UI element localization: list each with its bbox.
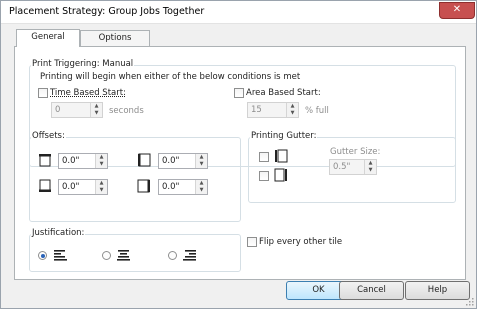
area-based-start-label: Area Based Start: bbox=[246, 88, 321, 98]
gutter-size-label: Gutter Size: bbox=[330, 147, 381, 157]
title-bar: Placement Strategy: Group Jobs Together … bbox=[1, 1, 476, 24]
bottom-offset-icon bbox=[39, 179, 51, 192]
top-offset-spinner[interactable]: 0.0" ▲ ▼ bbox=[58, 153, 108, 169]
top-offset-icon bbox=[39, 154, 51, 167]
help-button[interactable]: Help bbox=[405, 281, 470, 300]
window-title: Placement Strategy: Group Jobs Together bbox=[9, 6, 205, 17]
tab-general[interactable]: General bbox=[16, 29, 80, 47]
cancel-button[interactable]: Cancel bbox=[339, 281, 404, 300]
tab-label: General bbox=[31, 32, 65, 42]
close-button[interactable]: ✕ bbox=[439, 2, 475, 19]
gutter-size-spinner[interactable]: 0.5" ▲ ▼ bbox=[329, 159, 377, 175]
gutter-horizontal-icon bbox=[274, 168, 287, 182]
area-based-start-spinner[interactable]: 15 ▲ ▼ bbox=[247, 102, 299, 118]
spinner-value: 15 bbox=[251, 105, 262, 115]
tab-options[interactable]: Options bbox=[80, 30, 150, 46]
spinner-value: 0.0" bbox=[62, 182, 80, 192]
spinner-value: 0.0" bbox=[162, 182, 180, 192]
time-based-start-label: Time Based Start: bbox=[50, 88, 126, 98]
flip-every-other-tile-label: Flip every other tile bbox=[259, 237, 343, 247]
spin-down-icon[interactable]: ▼ bbox=[196, 187, 207, 194]
justify-right-radio[interactable] bbox=[168, 251, 177, 260]
print-triggering-description: Printing will begin when either of the b… bbox=[40, 72, 301, 82]
left-offset-spinner[interactable]: 0.0" ▲ ▼ bbox=[158, 153, 208, 169]
general-tab-panel: Print Triggering: Manual Printing will b… bbox=[14, 46, 466, 280]
right-offset-spinner[interactable]: 0.0" ▲ ▼ bbox=[158, 179, 208, 195]
spinner-value: 0.0" bbox=[162, 156, 180, 166]
print-triggering-title: Print Triggering: Manual bbox=[31, 59, 135, 69]
spinner-value: 0.5" bbox=[333, 162, 351, 172]
gutter-horizontal-checkbox[interactable] bbox=[259, 171, 269, 181]
justify-left-radio[interactable] bbox=[38, 251, 47, 260]
time-based-unit: seconds bbox=[109, 106, 144, 116]
area-based-unit: % full bbox=[305, 106, 329, 116]
tab-label: Options bbox=[98, 33, 132, 43]
spinner-value: 0.0" bbox=[62, 156, 80, 166]
align-right-icon bbox=[183, 250, 196, 261]
area-based-start-checkbox[interactable] bbox=[234, 88, 244, 98]
time-based-start-spinner[interactable]: 0 ▲ ▼ bbox=[51, 102, 103, 118]
right-offset-icon bbox=[137, 179, 150, 193]
spin-down-icon[interactable]: ▼ bbox=[365, 167, 376, 174]
time-based-start-checkbox[interactable] bbox=[38, 88, 48, 98]
spin-down-icon[interactable]: ▼ bbox=[91, 110, 102, 117]
justify-center-radio[interactable] bbox=[102, 251, 111, 260]
flip-every-other-tile-checkbox[interactable] bbox=[247, 237, 257, 247]
spin-down-icon[interactable]: ▼ bbox=[287, 110, 298, 117]
left-offset-icon bbox=[138, 153, 151, 167]
justification-title: Justification: bbox=[31, 228, 86, 238]
dialog-body: General Options Print Triggering: Manual… bbox=[1, 24, 476, 308]
gutter-vertical-icon bbox=[275, 149, 288, 163]
gutter-vertical-checkbox[interactable] bbox=[259, 152, 269, 162]
spinner-value: 0 bbox=[55, 105, 61, 115]
close-icon: ✕ bbox=[452, 4, 462, 15]
dialog-window: Placement Strategy: Group Jobs Together … bbox=[0, 0, 477, 309]
align-center-icon bbox=[117, 250, 130, 261]
offsets-title: Offsets: bbox=[31, 131, 66, 141]
spin-down-icon[interactable]: ▼ bbox=[196, 161, 207, 168]
align-left-icon bbox=[54, 250, 67, 261]
bottom-offset-spinner[interactable]: 0.0" ▲ ▼ bbox=[58, 179, 108, 195]
spin-down-icon[interactable]: ▼ bbox=[96, 161, 107, 168]
resize-grip-icon[interactable] bbox=[466, 298, 474, 306]
spin-down-icon[interactable]: ▼ bbox=[96, 187, 107, 194]
printing-gutter-title: Printing Gutter: bbox=[250, 131, 318, 141]
